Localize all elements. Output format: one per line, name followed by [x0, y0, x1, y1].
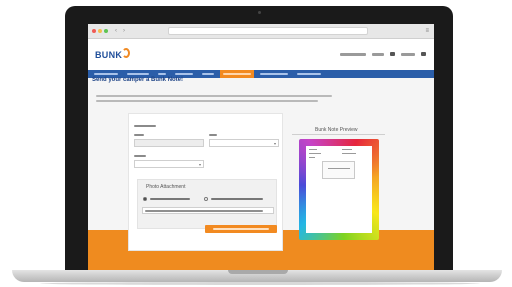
preview-line: [309, 149, 317, 150]
photo-url-input[interactable]: [142, 207, 274, 214]
browser-toolbar: ‹ › ≡: [88, 24, 434, 39]
nav-item-active[interactable]: [220, 70, 254, 78]
preview-line: [309, 157, 315, 158]
laptop-mockup: ‹ › ≡ BUNK Send your camper a Bunk Note!…: [0, 0, 512, 287]
address-bar[interactable]: [168, 27, 368, 35]
account-link[interactable]: [401, 52, 415, 56]
photo-radio-option[interactable]: [204, 197, 208, 201]
nav-item[interactable]: [199, 70, 217, 78]
preview-title: Bunk Note Preview: [315, 127, 358, 133]
photo-attachment-panel: Photo Attachment: [137, 179, 277, 229]
photo-radio-label: [211, 198, 263, 200]
note-preview-paper: [306, 146, 372, 233]
site-logo[interactable]: BUNK: [95, 50, 122, 60]
account-links: [340, 52, 426, 56]
chevron-down-icon: ▾: [198, 162, 201, 167]
laptop-shadow: [40, 282, 480, 285]
site-header: BUNK: [88, 39, 434, 70]
from-field: [134, 139, 204, 147]
browser-menu-icon[interactable]: ≡: [425, 27, 429, 35]
border-label: [134, 155, 146, 157]
nav-item[interactable]: [257, 70, 291, 78]
form-heading: [134, 125, 156, 127]
back-button[interactable]: ‹: [115, 27, 117, 35]
page-title: Send your camper a Bunk Note!: [92, 77, 184, 83]
user-icon[interactable]: [421, 52, 426, 56]
to-select[interactable]: ▾: [209, 139, 279, 147]
photo-radio-option[interactable]: [143, 197, 147, 201]
to-label: [209, 134, 217, 136]
preview-line: [328, 168, 350, 169]
preview-divider: [292, 134, 385, 135]
intro-text: [96, 95, 432, 105]
preview-line: [309, 153, 321, 154]
border-select[interactable]: ▾: [134, 160, 204, 168]
from-label: [134, 134, 144, 136]
bunk-note-form: ▾ ▾ Photo Attachment: [128, 113, 283, 251]
account-link[interactable]: [372, 52, 384, 56]
account-link[interactable]: [340, 52, 366, 56]
preview-line: [342, 149, 352, 150]
bunk-logo-icon: [122, 48, 130, 58]
submit-button[interactable]: [205, 225, 277, 233]
chevron-down-icon: ▾: [273, 141, 276, 146]
preview-photo-box: [322, 161, 355, 179]
camera-icon: [258, 11, 261, 14]
preview-line: [342, 153, 356, 154]
cart-icon[interactable]: [390, 52, 395, 56]
laptop-notch: [228, 270, 288, 274]
nav-item[interactable]: [294, 70, 324, 78]
photo-radio-label: [150, 198, 190, 200]
forward-button[interactable]: ›: [123, 27, 125, 35]
maximize-window-icon[interactable]: [104, 29, 108, 33]
close-window-icon[interactable]: [92, 29, 96, 33]
photo-title: Photo Attachment: [146, 184, 186, 190]
minimize-window-icon[interactable]: [98, 29, 102, 33]
